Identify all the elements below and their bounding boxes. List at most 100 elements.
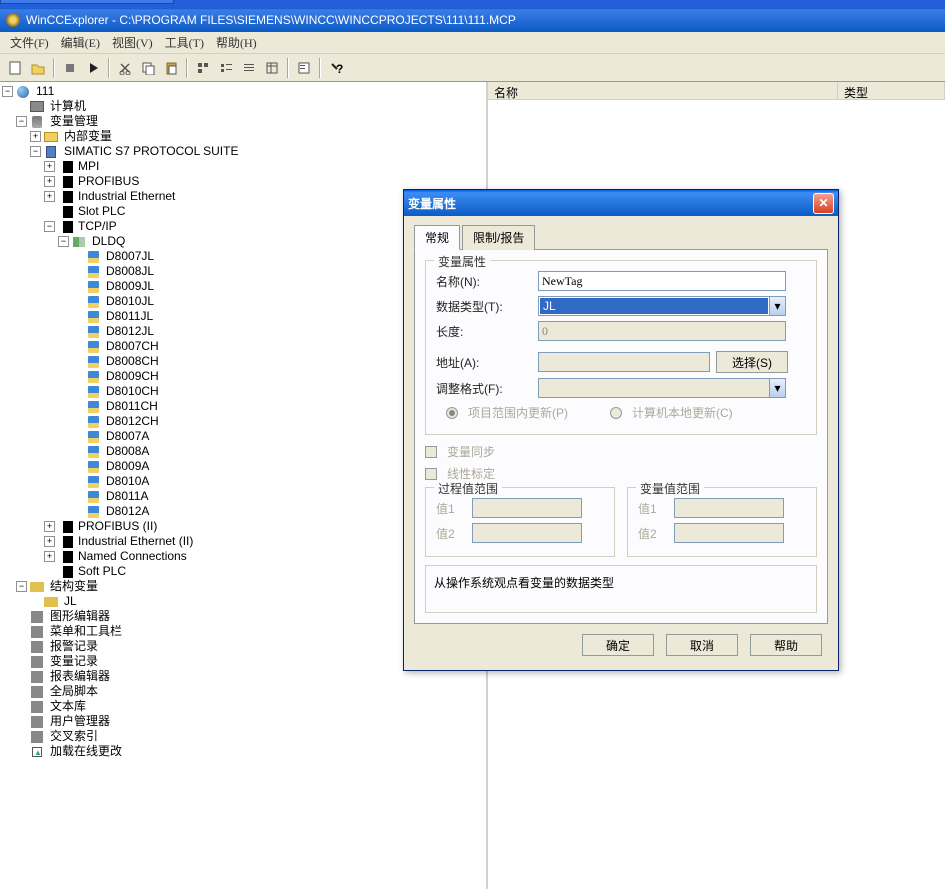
tree-internal[interactable]: +内部变量 [2,129,484,144]
cancel-button[interactable]: 取消 [666,634,738,656]
new-button[interactable] [4,57,26,79]
radio-local-label: 计算机本地更新(C) [632,404,733,421]
col-name[interactable]: 名称 [488,82,838,99]
tree-root[interactable]: −111 [2,84,484,99]
toolbar: ? [0,54,945,82]
col-type[interactable]: 类型 [838,82,945,99]
connector-icon [63,221,67,233]
menu-bar: 文件(F) 编辑(E) 视图(V) 工具(T) 帮助(H) [0,32,945,54]
menu-tools[interactable]: 工具(T) [159,31,210,54]
struct-icon [30,582,44,592]
paste-button[interactable] [160,57,182,79]
tag-icon [88,446,99,458]
dialog-title: 变量属性 [408,195,456,212]
input-tag-val2 [674,523,784,543]
tree-tagmgmt[interactable]: −变量管理 [2,114,484,129]
view-large-button[interactable] [192,57,214,79]
radio-local [610,407,622,419]
taglog-icon [31,656,43,668]
group-title: 过程值范围 [434,480,502,497]
tag-icon [88,416,99,428]
view-small-button[interactable] [215,57,237,79]
tag-icon [88,401,99,413]
checkbox-sync-label: 变量同步 [447,443,495,460]
label-name: 名称(N): [436,273,532,290]
ok-button[interactable]: 确定 [582,634,654,656]
tag-icon [88,296,99,308]
group-properties: 变量属性 名称(N): 数据类型(T): JL ▾ 长度: [425,260,817,435]
label-format: 调整格式(F): [436,380,532,397]
tag-icon [88,476,99,488]
tag-icon [88,251,99,263]
tree-computer[interactable]: 计算机 [2,99,484,114]
radio-project [446,407,458,419]
view-list-button[interactable] [238,57,260,79]
group-tag-range: 变量值范围 值1 值2 [627,487,817,557]
upload-icon [32,747,42,757]
dialog-buttons: 确定 取消 帮助 [414,624,828,660]
tag-icon [88,281,99,293]
label-length: 长度: [436,323,532,340]
toolbar-separator [53,58,55,78]
info-text: 从操作系统观点看变量的数据类型 [434,576,614,590]
connector-icon [63,176,67,188]
group-title: 变量属性 [434,253,490,270]
input-name[interactable] [538,271,786,291]
stop-button[interactable] [59,57,81,79]
tag-icon [88,461,99,473]
label-datatype: 数据类型(T): [436,298,532,315]
dropdown-icon[interactable]: ▾ [769,297,785,315]
user-icon [31,716,43,728]
tree-report[interactable]: 报表编辑器 [2,669,484,684]
xref-icon [31,731,43,743]
play-button[interactable] [82,57,104,79]
input-address [538,352,710,372]
script-icon [31,686,43,698]
copy-button[interactable] [137,57,159,79]
dialog-titlebar[interactable]: 变量属性 ✕ [404,190,838,216]
tree-textlib[interactable]: 文本库 [2,699,484,714]
menu-view[interactable]: 视图(V) [106,31,159,54]
taskbar-item[interactable]: 📄 Windows XP Professional [0,0,174,4]
close-button[interactable]: ✕ [813,193,834,214]
svg-text:?: ? [336,62,343,75]
menu-help[interactable]: 帮助(H) [210,31,263,54]
help-button[interactable]: ? [325,57,347,79]
tag-properties-dialog: 变量属性 ✕ 常规 限制/报告 变量属性 名称(N): 数据类型(T): JL … [403,189,839,671]
globe-icon [17,86,29,98]
connector-icon [63,566,67,578]
tree-xref[interactable]: 交叉索引 [2,729,484,744]
label-val1: 值1 [638,500,668,517]
db-icon [32,116,42,128]
select-address-button[interactable]: 选择(S) [716,351,788,373]
dropdown-icon: ▾ [769,379,785,397]
tree-script[interactable]: 全局脚本 [2,684,484,699]
tree-s7[interactable]: −SIMATIC S7 PROTOCOL SUITE [2,144,484,159]
properties-button[interactable] [293,57,315,79]
menu-icon [31,626,43,638]
help-button[interactable]: 帮助 [750,634,822,656]
graphics-icon [31,611,43,623]
cut-button[interactable] [114,57,136,79]
tree-useradmin[interactable]: 用户管理器 [2,714,484,729]
struct-icon [44,597,58,607]
tab-limits[interactable]: 限制/报告 [462,225,535,250]
select-datatype[interactable]: JL ▾ [538,296,786,316]
view-detail-button[interactable] [261,57,283,79]
menu-edit[interactable]: 编辑(E) [55,31,106,54]
open-button[interactable] [27,57,49,79]
group-title: 变量值范围 [636,480,704,497]
tag-icon [88,506,99,518]
checkbox-sync [425,446,437,458]
label-val2: 值2 [638,525,668,542]
tree-loadonline[interactable]: 加载在线更改 [2,744,484,759]
window-titlebar: WinCCExplorer - C:\PROGRAM FILES\SIEMENS… [0,8,945,32]
tree-profibus[interactable]: +PROFIBUS [2,174,484,189]
tab-general[interactable]: 常规 [414,225,460,250]
tree-mpi[interactable]: +MPI [2,159,484,174]
label-val1: 值1 [436,500,466,517]
tag-icon [88,326,99,338]
menu-file[interactable]: 文件(F) [4,31,55,54]
label-address: 地址(A): [436,354,532,371]
tag-icon [88,311,99,323]
